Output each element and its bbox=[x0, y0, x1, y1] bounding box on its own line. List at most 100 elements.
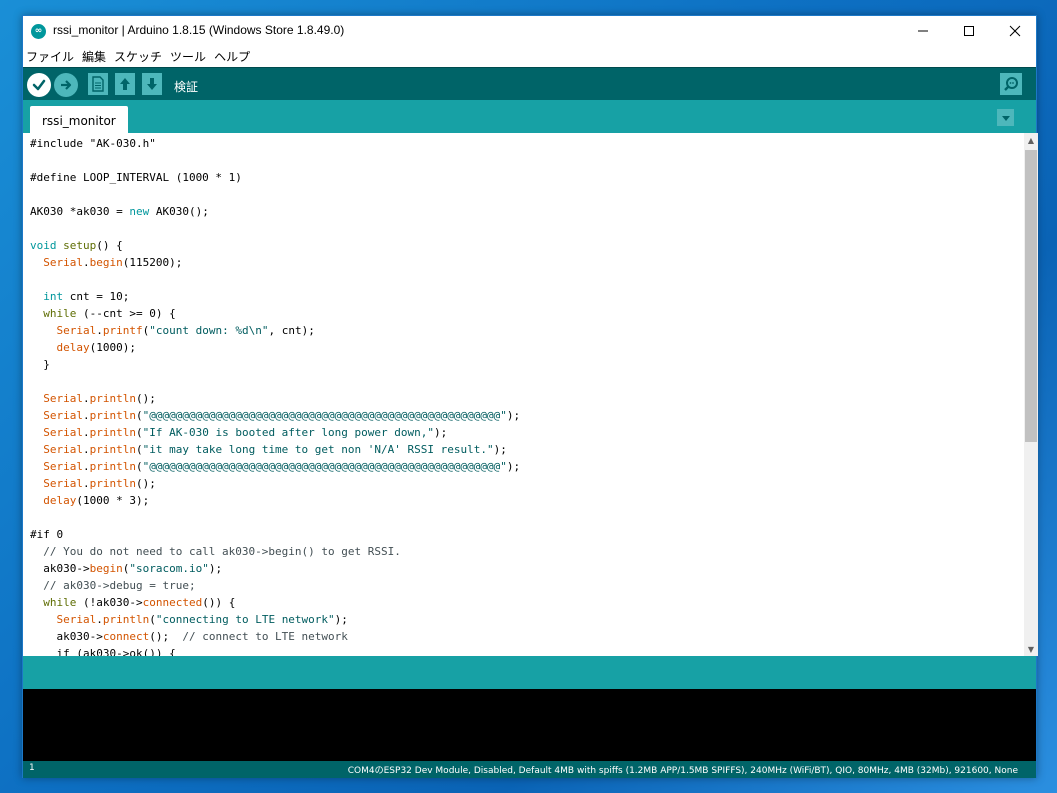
code-token: ); bbox=[506, 460, 521, 473]
code-token: // ak030->debug = true; bbox=[30, 579, 196, 592]
code-token: ); bbox=[506, 409, 521, 422]
open-button[interactable] bbox=[115, 73, 135, 95]
tab-rssi-monitor[interactable]: rssi_monitor bbox=[30, 106, 128, 133]
save-icon bbox=[147, 78, 157, 90]
tab-menu-button[interactable] bbox=[997, 109, 1014, 126]
window-title: rssi_monitor | Arduino 1.8.15 (Windows S… bbox=[53, 23, 345, 37]
code-line: // You do not need to call ak030->begin(… bbox=[30, 543, 520, 560]
code-token: ( bbox=[135, 443, 143, 456]
maximize-button[interactable] bbox=[946, 16, 992, 46]
code-token: #define LOOP_INTERVAL (1000 * 1) bbox=[30, 171, 242, 184]
code-token: ); bbox=[493, 443, 507, 456]
editor-scrollbar[interactable]: ▲ ▼ bbox=[1024, 133, 1038, 656]
code-token: connected bbox=[142, 596, 203, 609]
code-token: Serial bbox=[43, 443, 83, 456]
code-token: // You do not need to call ak030->begin(… bbox=[30, 545, 401, 558]
code-token: #include "AK-030.h" bbox=[30, 137, 156, 150]
code-token: . bbox=[83, 392, 90, 405]
menu-sketch[interactable]: スケッチ bbox=[110, 48, 166, 65]
code-token: AK030(); bbox=[149, 205, 209, 218]
code-token: ( bbox=[135, 426, 143, 439]
code-token: AK030 *ak030 = bbox=[30, 205, 130, 218]
code-token: while bbox=[43, 596, 77, 609]
code-token: ak030-> bbox=[30, 630, 103, 643]
code-token: "count down: %d\n" bbox=[149, 324, 269, 337]
code-token: Serial bbox=[43, 477, 83, 490]
console-output[interactable] bbox=[23, 689, 1036, 761]
message-bar bbox=[23, 656, 1036, 689]
minimize-button[interactable] bbox=[900, 16, 946, 46]
code-line: if (ak030->ok()) { bbox=[30, 645, 520, 656]
code-token: Serial bbox=[43, 409, 83, 422]
code-token: ); bbox=[434, 426, 448, 439]
maximize-icon bbox=[964, 26, 974, 36]
line-number: 1 bbox=[29, 763, 35, 773]
code-line: #if 0 bbox=[30, 526, 520, 543]
menu-file[interactable]: ファイル bbox=[23, 48, 78, 65]
code-token: Serial bbox=[56, 324, 97, 337]
code-token: Serial bbox=[43, 426, 83, 439]
code-line: Serial.begin(115200); bbox=[30, 254, 520, 271]
code-token: , cnt); bbox=[268, 324, 315, 337]
code-token: println bbox=[89, 392, 136, 405]
new-button[interactable] bbox=[88, 73, 108, 95]
code-token: ); bbox=[208, 562, 223, 575]
code-token: "If AK-030 is booted after long power do… bbox=[142, 426, 435, 439]
scroll-up-icon[interactable]: ▲ bbox=[1024, 133, 1038, 147]
title-bar[interactable]: ∞ rssi_monitor | Arduino 1.8.15 (Windows… bbox=[23, 16, 1036, 46]
toolbar: 検証 bbox=[23, 67, 1036, 101]
code-line: Serial.println("it may take long time to… bbox=[30, 441, 520, 458]
code-token: setup bbox=[63, 239, 97, 252]
code-line: // ak030->debug = true; bbox=[30, 577, 520, 594]
board-info: COM4のESP32 Dev Module, Disabled, Default… bbox=[347, 766, 1018, 776]
close-button[interactable] bbox=[992, 16, 1038, 46]
code-token: . bbox=[83, 477, 90, 490]
code-token: ( bbox=[135, 460, 143, 473]
code-token: Serial bbox=[43, 460, 83, 473]
code-token: . bbox=[96, 324, 103, 337]
scroll-down-icon[interactable]: ▼ bbox=[1024, 642, 1038, 656]
code-token: Serial bbox=[56, 613, 97, 626]
save-button[interactable] bbox=[142, 73, 162, 95]
code-token: ( bbox=[135, 409, 143, 422]
new-icon bbox=[92, 76, 104, 92]
code-token: ( bbox=[149, 613, 156, 626]
code-token: begin bbox=[89, 256, 123, 269]
code-token: ak030-> bbox=[30, 562, 90, 575]
arduino-logo-icon: ∞ bbox=[31, 24, 46, 39]
code-token: } bbox=[30, 358, 50, 371]
menu-edit[interactable]: 編集 bbox=[78, 48, 110, 65]
open-icon bbox=[120, 78, 130, 90]
code-line: while (!ak030->connected()) { bbox=[30, 594, 520, 611]
scrollbar-thumb[interactable] bbox=[1025, 150, 1037, 442]
code-token: Serial bbox=[43, 256, 83, 269]
verify-button[interactable] bbox=[27, 73, 51, 97]
serial-monitor-button[interactable] bbox=[1000, 73, 1022, 95]
menu-help[interactable]: ヘルプ bbox=[210, 48, 254, 65]
menu-tools[interactable]: ツール bbox=[166, 48, 210, 65]
code-line: Serial.println("If AK-030 is booted afte… bbox=[30, 424, 520, 441]
code-token: (); bbox=[135, 392, 156, 405]
footer-bar: 1 COM4のESP32 Dev Module, Disabled, Defau… bbox=[23, 761, 1036, 778]
upload-button[interactable] bbox=[54, 73, 78, 97]
code-token: println bbox=[89, 477, 136, 490]
code-editor[interactable]: #include "AK-030.h" #define LOOP_INTERVAL… bbox=[23, 133, 1024, 656]
code-line: Serial.println("@@@@@@@@@@@@@@@@@@@@@@@@… bbox=[30, 458, 520, 475]
code-token: Serial bbox=[43, 392, 83, 405]
arduino-ide-window: ∞ rssi_monitor | Arduino 1.8.15 (Windows… bbox=[22, 15, 1038, 778]
code-token: . bbox=[96, 613, 103, 626]
